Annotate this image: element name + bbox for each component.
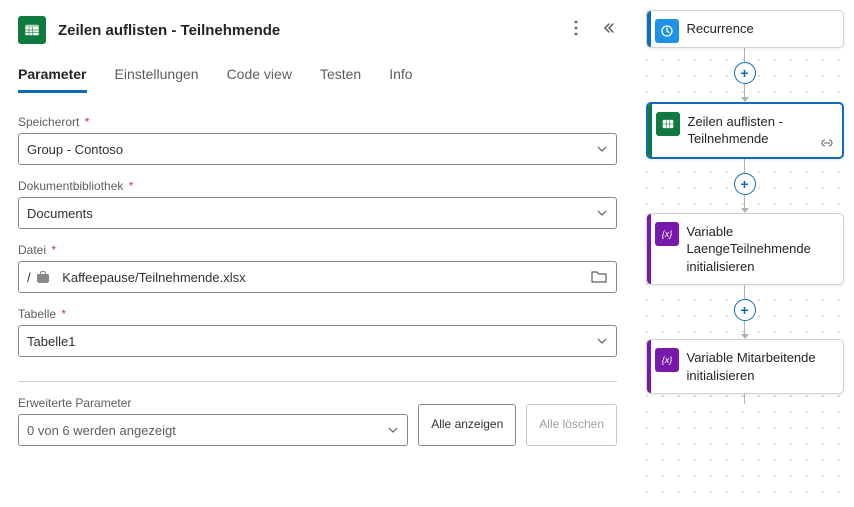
clock-icon [655,19,679,43]
tab-codeview[interactable]: Code view [227,66,292,93]
more-icon[interactable] [567,18,585,43]
svg-text:{x}: {x} [661,229,672,239]
table-label: Tabelle * [18,307,617,321]
add-step-button[interactable]: + [734,299,756,321]
file-value: / Kaffeepause/Teilnehmende.xlsx [27,270,246,285]
table-value: Tabelle1 [27,334,75,349]
bag-icon [35,270,51,284]
variable-icon: {x} [655,348,679,372]
node-label: Variable LaengeTeilnehmende initialisier… [683,214,843,285]
node-label: Zeilen auflisten - Teilnehmende [684,104,842,157]
flow-canvas[interactable]: Recurrence + Zeilen auflisten - Teilnehm… [635,0,854,507]
collapse-icon[interactable] [599,19,617,42]
action-config-panel: Zeilen auflisten - Teilnehmende Paramete… [0,0,635,507]
tab-bar: Parameter Einstellungen Code view Testen… [18,66,617,93]
library-value: Documents [27,206,93,221]
tab-parameter[interactable]: Parameter [18,66,87,93]
excel-connector-icon [18,16,46,44]
connector [744,394,745,404]
connector: + [734,285,756,339]
advanced-value: 0 von 6 werden angezeigt [27,423,176,438]
table-select[interactable]: Tabelle1 [18,325,617,357]
chevron-down-icon [387,424,399,436]
node-label: Recurrence [683,11,843,47]
chevron-down-icon [596,207,608,219]
field-file: Datei * / Kaffeepause/Teilnehmende.xlsx [18,243,617,293]
panel-header: Zeilen auflisten - Teilnehmende [18,16,617,44]
flow-node-recurrence[interactable]: Recurrence [646,10,844,48]
tab-info[interactable]: Info [389,66,412,93]
chevron-down-icon [596,335,608,347]
field-table: Tabelle * Tabelle1 [18,307,617,357]
connector: + [734,159,756,213]
location-label: Speicherort * [18,115,617,129]
advanced-select[interactable]: 0 von 6 werden angezeigt [18,414,408,446]
clear-all-button: Alle löschen [526,404,617,446]
file-input[interactable]: / Kaffeepause/Teilnehmende.xlsx [18,261,617,293]
folder-icon [590,269,608,285]
svg-text:{x}: {x} [661,355,672,365]
show-all-button[interactable]: Alle anzeigen [418,404,516,446]
connector: + [734,48,756,102]
library-label: Dokumentbibliothek * [18,179,617,193]
add-step-button[interactable]: + [734,62,756,84]
excel-icon [656,112,680,136]
library-select[interactable]: Documents [18,197,617,229]
flow-node-var-mitarbeitende[interactable]: {x} Variable Mitarbeitende initialisiere… [646,339,844,394]
flow-node-var-length[interactable]: {x} Variable LaengeTeilnehmende initiali… [646,213,844,286]
node-label: Variable Mitarbeitende initialisieren [683,340,843,393]
field-library: Dokumentbibliothek * Documents [18,179,617,229]
location-value: Group - Contoso [27,142,123,157]
advanced-row: Erweiterte Parameter 0 von 6 werden ange… [18,396,617,446]
tab-settings[interactable]: Einstellungen [115,66,199,93]
chevron-down-icon [596,143,608,155]
panel-title: Zeilen auflisten - Teilnehmende [58,22,567,39]
field-location: Speicherort * Group - Contoso [18,115,617,165]
advanced-label: Erweiterte Parameter [18,396,408,410]
add-step-button[interactable]: + [734,173,756,195]
link-icon [820,135,834,153]
variable-icon: {x} [655,222,679,246]
location-select[interactable]: Group - Contoso [18,133,617,165]
flow-node-list-rows[interactable]: Zeilen auflisten - Teilnehmende [646,102,844,159]
tab-test[interactable]: Testen [320,66,361,93]
divider [18,381,617,382]
file-label: Datei * [18,243,617,257]
